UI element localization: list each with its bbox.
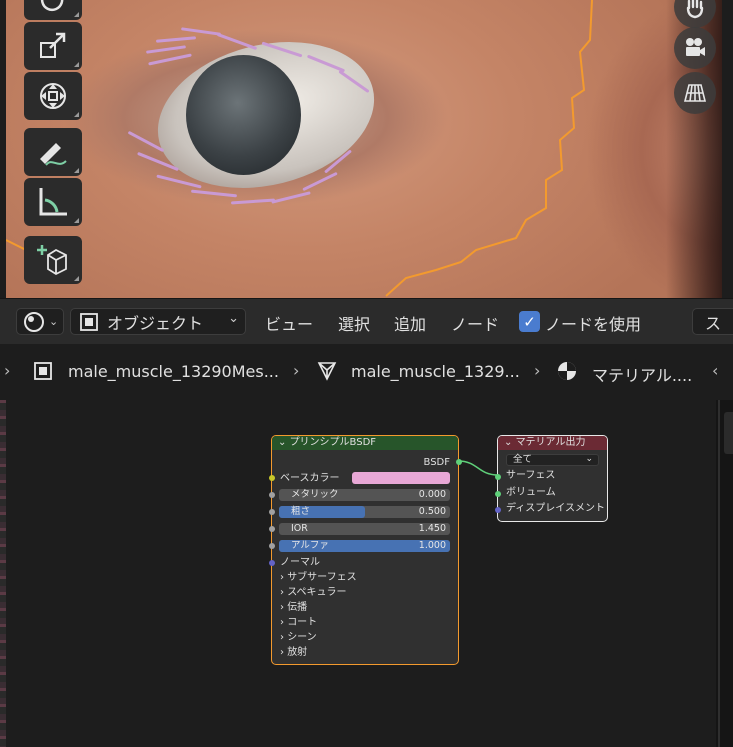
- transform-tool-button[interactable]: [24, 72, 82, 120]
- editor-type-dropdown[interactable]: ⌄: [16, 308, 64, 335]
- chevron-left-icon: ‹: [712, 361, 719, 380]
- chevron-right-icon: ›: [293, 361, 300, 380]
- chevron-down-icon: ⌄: [228, 311, 239, 326]
- volume-label: ボリューム: [506, 487, 556, 498]
- panel-sheen[interactable]: › シーン: [272, 630, 458, 645]
- output-bsdf: BSDF: [423, 457, 450, 468]
- rotate-icon: [40, 0, 64, 11]
- input-socket-roughness[interactable]: [269, 509, 275, 515]
- ruler-icon: [39, 188, 67, 216]
- scale-icon: [40, 32, 66, 58]
- panel-specular[interactable]: › スペキュラー: [272, 585, 458, 600]
- object-type-label: オブジェクト: [107, 313, 204, 333]
- input-socket-alpha[interactable]: [269, 543, 275, 549]
- alpha-label: アルファ: [291, 540, 329, 551]
- input-socket-metallic[interactable]: [269, 492, 275, 498]
- input-socket-ior[interactable]: [269, 526, 275, 532]
- hand-icon: [686, 0, 704, 19]
- object-icon: [34, 362, 52, 380]
- add-cube-tool-button[interactable]: [24, 236, 82, 284]
- principled-bsdf-node[interactable]: ⌄ プリンシプルBSDF BSDF ベースカラー メタリック 0.000 粗さ …: [269, 435, 462, 665]
- node-editor-canvas[interactable]: ⌄ プリンシプルBSDF BSDF ベースカラー メタリック 0.000 粗さ …: [6, 400, 716, 747]
- selection-outline: [6, 0, 593, 297]
- normal-label: ノーマル: [280, 557, 320, 568]
- chevron-right-icon: ›: [4, 361, 11, 380]
- node-header[interactable]: ⌄ プリンシプルBSDF: [272, 436, 458, 450]
- annotate-pencil-icon: [40, 143, 67, 166]
- menu-add[interactable]: 追加: [394, 311, 426, 335]
- displacement-label: ディスプレイスメント: [506, 503, 605, 514]
- panel-emission[interactable]: › 放射: [272, 645, 458, 660]
- alpha-field[interactable]: アルファ 1.000: [279, 540, 450, 552]
- target-dropdown[interactable]: 全て ⌄: [506, 454, 599, 466]
- breadcrumb-material[interactable]: マテリアル....: [592, 362, 692, 386]
- 3d-viewport[interactable]: [6, 0, 722, 298]
- measure-tool-button[interactable]: [24, 178, 82, 226]
- material-icon: [558, 362, 576, 380]
- metallic-field[interactable]: メタリック 0.000: [279, 489, 450, 501]
- material-output-node[interactable]: ⌄ マテリアル出力 全て ⌄ サーフェス ボリューム ディスプレイスメント: [495, 435, 608, 522]
- alpha-value: 1.000: [418, 540, 446, 551]
- panel-subsurface[interactable]: › サブサーフェス: [272, 570, 458, 585]
- slot-button[interactable]: ス: [692, 308, 733, 335]
- output-socket-bsdf[interactable]: [456, 459, 462, 465]
- menu-select[interactable]: 選択: [338, 311, 370, 335]
- target-value: 全て: [513, 454, 533, 465]
- object-icon: [80, 312, 98, 331]
- rotate-tool-button[interactable]: [24, 0, 82, 20]
- scale-tool-button[interactable]: [24, 22, 82, 70]
- node-editor-header: ⌄ オブジェクト ⌄ ビュー 選択 追加 ノード ✓ ノードを使用 ス: [0, 298, 733, 344]
- ior-field[interactable]: IOR 1.450: [279, 523, 450, 535]
- annotate-tool-button[interactable]: [24, 128, 82, 176]
- sidebar-tab[interactable]: [724, 412, 733, 454]
- collapse-chevron-icon[interactable]: ⌄: [504, 437, 516, 448]
- menu-view[interactable]: ビュー: [265, 311, 313, 335]
- breadcrumb-object[interactable]: male_muscle_13290Mes...: [68, 362, 279, 381]
- camera-view-button[interactable]: [674, 27, 716, 69]
- chevron-right-icon: ›: [534, 361, 541, 380]
- surface-label: サーフェス: [506, 470, 556, 481]
- panel-coat[interactable]: › コート: [272, 615, 458, 630]
- base-color-swatch[interactable]: [352, 472, 450, 484]
- menu-node[interactable]: ノード: [451, 311, 499, 335]
- roughness-value: 0.500: [418, 506, 446, 517]
- transform-icon: [40, 83, 66, 109]
- sidebar-edge[interactable]: [716, 400, 733, 747]
- slot-button-label: ス: [705, 313, 722, 333]
- checkmark-icon: ✓: [523, 312, 536, 331]
- ior-value: 1.450: [418, 523, 446, 534]
- ior-label: IOR: [291, 523, 308, 534]
- collapse-chevron-icon[interactable]: ⌄: [278, 437, 290, 448]
- use-nodes-checkbox[interactable]: ✓: [519, 311, 540, 332]
- metallic-value: 0.000: [418, 489, 446, 500]
- breadcrumb-mesh[interactable]: male_muscle_1329...: [351, 362, 520, 381]
- chevron-down-icon: ⌄: [49, 315, 59, 328]
- roughness-label: 粗さ: [291, 506, 311, 517]
- breadcrumb: › male_muscle_13290Mes... › male_muscle_…: [0, 344, 733, 400]
- use-nodes-label[interactable]: ノードを使用: [545, 311, 641, 335]
- metallic-label: メタリック: [291, 489, 339, 500]
- add-cube-icon: [37, 245, 67, 276]
- panel-transmission[interactable]: › 伝播: [272, 600, 458, 615]
- node-title: マテリアル出力: [515, 437, 586, 448]
- object-type-dropdown[interactable]: オブジェクト ⌄: [70, 308, 246, 335]
- node-header[interactable]: ⌄ マテリアル出力: [498, 436, 607, 450]
- mesh-icon: [317, 362, 337, 381]
- scrollbar[interactable]: [718, 400, 720, 747]
- camera-icon: [686, 38, 705, 56]
- chevron-down-icon: ⌄: [585, 454, 593, 464]
- shader-sphere-icon: [24, 311, 44, 332]
- roughness-field[interactable]: 粗さ 0.500: [279, 506, 450, 518]
- perspective-toggle-button[interactable]: [674, 72, 716, 114]
- node-title: プリンシプルBSDF: [289, 437, 377, 448]
- grid-perspective-icon: [683, 84, 707, 102]
